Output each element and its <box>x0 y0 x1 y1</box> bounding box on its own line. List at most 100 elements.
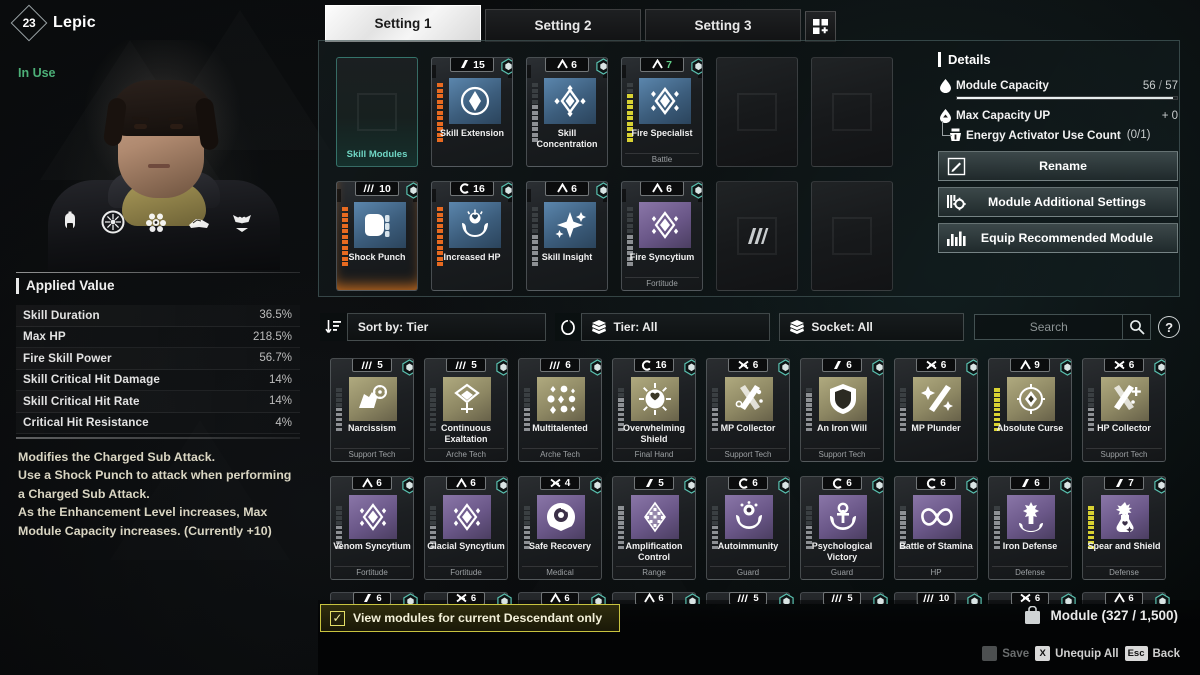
equipped-slot[interactable] <box>710 48 805 172</box>
module-card[interactable]: 6 Skill Insight <box>526 181 608 291</box>
module-card[interactable]: 6 Psychological Victory Guard <box>800 476 884 580</box>
module-card[interactable]: 5 Amplification Control Range <box>612 476 696 580</box>
stat-row: Skill Duration 36.5% <box>16 305 300 327</box>
module-card[interactable]: 6 Skill Concentration <box>526 57 608 167</box>
module-card[interactable]: 6 Fire Syncytium Fortitude <box>621 181 703 291</box>
tab-setting-1[interactable]: Setting 1 <box>325 5 481 42</box>
sort-desc-icon[interactable] <box>320 313 347 341</box>
multi-dots-icon <box>537 377 585 421</box>
module-card[interactable]: 6 Autoimmunity Guard <box>706 476 790 580</box>
equipped-slot[interactable]: 6 Skill Concentration <box>520 48 615 172</box>
tier-symbol-icon <box>926 477 937 489</box>
sun-shield-icon <box>631 377 679 421</box>
hint-back[interactable]: Esc Back <box>1124 646 1181 661</box>
module-socket-icon <box>690 58 702 75</box>
module-card[interactable]: 5 Narcissism Support Tech <box>330 358 414 462</box>
refresh-icon[interactable] <box>554 313 582 341</box>
module-socket-icon <box>965 359 977 376</box>
tier-filter-dropdown[interactable]: Tier: All <box>581 313 771 341</box>
module-card[interactable]: 7 Spear and Shield Defense <box>1082 476 1166 580</box>
hint-unequip-all[interactable]: X Unequip All <box>1035 646 1119 661</box>
inventory-slot[interactable]: 5 Continuous Exaltation Arche Tech <box>420 350 514 468</box>
module-socket-icon <box>496 593 512 604</box>
descendant-filter-checkbox[interactable]: ✓ View modules for current Descendant on… <box>320 604 620 632</box>
equip-recommended-module-button[interactable]: Equip Recommended Module <box>938 223 1178 253</box>
equipped-slot[interactable]: Skill Modules <box>330 48 425 172</box>
sort-by-dropdown[interactable]: Sort by: Tier <box>346 313 546 341</box>
inventory-slot[interactable]: 6 HP Collector Support Tech <box>1078 350 1172 468</box>
module-card[interactable]: 16 Increased HP <box>431 181 513 291</box>
add-preset-button[interactable] <box>805 11 836 42</box>
module-card[interactable]: 6 MP Plunder <box>894 358 978 462</box>
module-card[interactable]: 16 Overwhelming Shield Final Hand <box>612 358 696 462</box>
equipped-slot[interactable]: 15 Skill Extension <box>425 48 520 172</box>
hint-save: Save <box>982 646 1029 661</box>
equipped-slot[interactable] <box>805 48 900 172</box>
module-slot-empty[interactable] <box>716 57 798 167</box>
inventory-slot[interactable]: 6 Iron Defense Defense <box>984 468 1078 586</box>
equipped-slot[interactable]: 16 Increased HP <box>425 172 520 296</box>
module-card[interactable]: 6 Glacial Syncytium Fortitude <box>424 476 508 580</box>
module-card[interactable]: 6 HP Collector Support Tech <box>1082 358 1166 462</box>
module-tier-badge: 6 <box>822 359 862 372</box>
gauntlet-icon[interactable] <box>187 210 211 234</box>
inventory-slot[interactable]: 5 Amplification Control Range <box>608 468 702 586</box>
inventory-slot[interactable]: 6 Multitalented Arche Tech <box>514 350 608 468</box>
equipped-slot[interactable] <box>710 172 805 296</box>
energy-activator-value: (0/1) <box>1126 129 1151 141</box>
helmet-icon[interactable] <box>58 210 82 234</box>
module-card[interactable]: 6 An Iron Will Support Tech <box>800 358 884 462</box>
equipped-slot[interactable]: 10 Shock Punch <box>330 172 425 296</box>
inventory-slot[interactable]: 5 Narcissism Support Tech <box>326 350 420 468</box>
search-icon[interactable] <box>1123 314 1152 340</box>
inventory-slot[interactable]: 6 Battle of Stamina HP <box>890 468 984 586</box>
cells-icon[interactable] <box>144 210 168 234</box>
module-slot-empty[interactable] <box>716 181 798 291</box>
inventory-slot[interactable]: 6 MP Collector Support Tech <box>702 350 796 468</box>
module-tier-badge: 6 <box>916 477 956 490</box>
module-card[interactable]: 6 Multitalented Arche Tech <box>518 358 602 462</box>
module-socket-icon <box>777 359 789 376</box>
search-input[interactable]: Search <box>974 314 1124 340</box>
inventory-slot[interactable]: 6 Venom Syncytium Fortitude <box>326 468 420 586</box>
module-socket-icon <box>595 182 607 199</box>
module-card[interactable]: 6 MP Collector Support Tech <box>706 358 790 462</box>
module-slot-empty[interactable]: Skill Modules <box>336 57 418 167</box>
inventory-slot[interactable]: 6 Autoimmunity Guard <box>702 468 796 586</box>
module-card[interactable]: 7 Fire Specialist Battle <box>621 57 703 167</box>
module-card[interactable]: 15 Skill Extension <box>431 57 513 167</box>
help-button[interactable]: ? <box>1158 316 1180 338</box>
equipped-slot[interactable]: 6 Skill Insight <box>520 172 615 296</box>
rename-button[interactable]: Rename <box>938 151 1178 181</box>
hint-back-label: Back <box>1152 647 1181 660</box>
equipped-slot[interactable] <box>805 172 900 296</box>
equipped-slot[interactable]: 6 Fire Syncytium Fortitude <box>615 172 710 296</box>
inventory-slot[interactable]: 6 MP Plunder <box>890 350 984 468</box>
module-slot-empty[interactable] <box>811 181 893 291</box>
module-card[interactable]: 9 Absolute Curse <box>988 358 1072 462</box>
inventory-slot[interactable]: 16 Overwhelming Shield Final Hand <box>608 350 702 468</box>
inventory-slot[interactable]: 6 Psychological Victory Guard <box>796 468 890 586</box>
equipped-slot[interactable]: 7 Fire Specialist Battle <box>615 48 710 172</box>
wheel-icon[interactable] <box>101 210 125 234</box>
module-slot-empty[interactable] <box>811 57 893 167</box>
module-card[interactable]: 10 Shock Punch <box>336 181 418 291</box>
inventory-slot[interactable]: 7 Spear and Shield Defense <box>1078 468 1172 586</box>
inventory-slot[interactable]: 4 Safe Recovery Medical <box>514 468 608 586</box>
inventory-slot[interactable]: 6 An Iron Will Support Tech <box>796 350 890 468</box>
module-card[interactable]: 6 Iron Defense Defense <box>988 476 1072 580</box>
tab-setting-2[interactable]: Setting 2 <box>485 9 641 42</box>
description-line: Use a Shock Punch to attack when perform… <box>18 468 292 501</box>
module-card[interactable]: 6 Venom Syncytium Fortitude <box>330 476 414 580</box>
module-card[interactable]: 5 Continuous Exaltation Arche Tech <box>424 358 508 462</box>
socket-filter-dropdown[interactable]: Socket: All <box>779 313 965 341</box>
module-additional-settings-button[interactable]: Module Additional Settings <box>938 187 1178 217</box>
tier-symbol-icon <box>363 183 376 194</box>
inventory-slot[interactable]: 6 Glacial Syncytium Fortitude <box>420 468 514 586</box>
module-card[interactable]: 6 Battle of Stamina HP <box>894 476 978 580</box>
tab-setting-3[interactable]: Setting 3 <box>645 9 801 42</box>
inventory-slot[interactable]: 9 Absolute Curse <box>984 350 1078 468</box>
winged-heart-icon[interactable] <box>230 210 254 234</box>
module-type: Fortitude <box>334 566 410 577</box>
module-card[interactable]: 4 Safe Recovery Medical <box>518 476 602 580</box>
